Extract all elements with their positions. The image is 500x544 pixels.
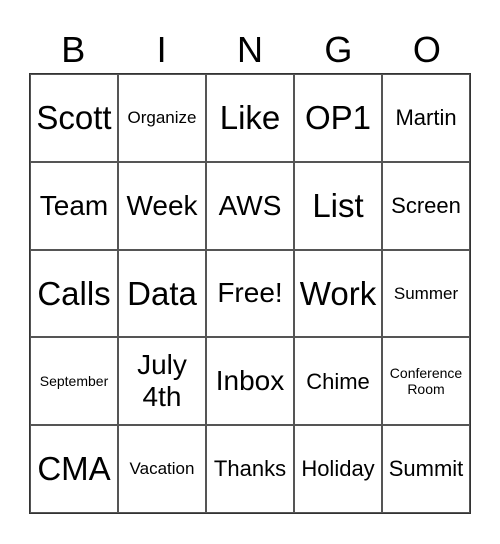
bingo-cell[interactable]: Organize — [118, 74, 206, 162]
bingo-cell-label: Thanks — [213, 456, 287, 482]
bingo-cell-label: Martin — [395, 105, 457, 131]
bingo-cell[interactable]: Conference Room — [382, 337, 470, 426]
bingo-header: B I N G O — [29, 30, 471, 70]
bingo-cell[interactable]: Data — [118, 249, 206, 338]
bingo-cell[interactable]: Work — [294, 249, 382, 338]
bingo-cell[interactable]: Martin — [382, 74, 470, 162]
bingo-cell-label: Chime — [306, 368, 370, 394]
bingo-cell[interactable]: OP1 — [294, 74, 382, 162]
header-letter-g: G — [324, 29, 353, 70]
bingo-cell[interactable]: July 4th — [118, 337, 206, 426]
header-letter-o: O — [412, 29, 441, 70]
bingo-cell-label: Vacation — [129, 459, 195, 479]
bingo-cell-label: Summer — [393, 283, 459, 303]
bingo-cell-label: July 4th — [137, 349, 187, 413]
bingo-cell-label: Conference Room — [389, 365, 463, 398]
bingo-cell-label: List — [312, 186, 364, 224]
header-letter-b: B — [61, 29, 86, 70]
bingo-cell-label: AWS — [218, 189, 282, 221]
bingo-cell[interactable]: Team — [30, 161, 118, 250]
bingo-cell[interactable]: September — [30, 337, 118, 426]
bingo-cell-label: Work — [299, 274, 377, 312]
bingo-cell[interactable]: Summit — [382, 425, 470, 513]
bingo-cell-label: Data — [127, 274, 197, 312]
bingo-cell-label: Organize — [127, 108, 197, 128]
bingo-cell[interactable]: Summer — [382, 249, 470, 338]
bingo-cell-label: Screen — [391, 193, 461, 219]
bingo-cell[interactable]: Inbox — [206, 337, 294, 426]
bingo-cell[interactable]: Free! — [206, 249, 294, 338]
bingo-grid: Scott Organize Like OP1 Martin Team Week AWS Lis… — [29, 73, 471, 514]
bingo-cell[interactable]: Scott — [30, 74, 118, 162]
bingo-cell-label: Calls — [37, 274, 111, 312]
bingo-cell-label: Free! — [217, 277, 283, 309]
bingo-cell-label: Holiday — [301, 456, 375, 482]
bingo-cell[interactable]: Holiday — [294, 425, 382, 513]
bingo-cell-label: CMA — [37, 450, 111, 488]
bingo-cell[interactable]: Calls — [30, 249, 118, 338]
bingo-cell[interactable]: Week — [118, 161, 206, 250]
header-letter-i: I — [156, 29, 167, 70]
header-letter-n: N — [237, 29, 264, 70]
bingo-cell-label: September — [39, 373, 109, 390]
bingo-cell-label: OP1 — [304, 98, 372, 136]
bingo-cell[interactable]: List — [294, 161, 382, 250]
bingo-cell-label: Week — [126, 189, 198, 221]
bingo-cell-label: Inbox — [215, 365, 285, 397]
bingo-cell[interactable]: Chime — [294, 337, 382, 426]
bingo-cell-label: Scott — [36, 98, 112, 136]
bingo-cell[interactable]: CMA — [30, 425, 118, 513]
bingo-cell[interactable]: AWS — [206, 161, 294, 250]
bingo-cell-label: Team — [39, 189, 109, 221]
bingo-cell-label: Summit — [388, 456, 464, 482]
bingo-cell[interactable]: Like — [206, 74, 294, 162]
bingo-cell[interactable]: Screen — [382, 161, 470, 250]
bingo-cell[interactable]: Vacation — [118, 425, 206, 513]
bingo-cell[interactable]: Thanks — [206, 425, 294, 513]
bingo-cell-label: Like — [219, 98, 281, 136]
